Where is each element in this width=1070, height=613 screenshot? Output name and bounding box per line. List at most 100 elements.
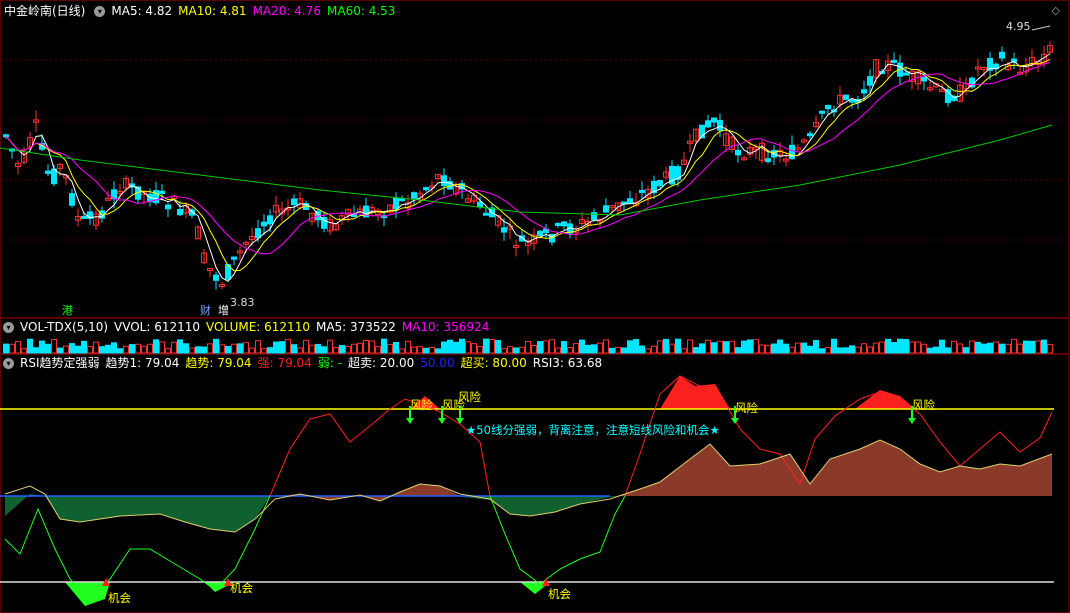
volume-bar xyxy=(147,343,153,354)
volume-bar xyxy=(501,348,507,354)
volume-bar xyxy=(681,348,687,354)
rsi3-label: RSI3: 63.68 xyxy=(532,356,603,370)
risk-arrow-head xyxy=(908,418,916,424)
volume-bar xyxy=(447,339,453,354)
risk-arrow-head xyxy=(406,418,414,424)
volume-bar xyxy=(843,347,849,354)
volume-bar xyxy=(9,343,15,354)
volume-bar xyxy=(585,344,591,354)
weak-area xyxy=(455,496,620,516)
trend1-label: 趋势1: 79.04 xyxy=(105,356,180,370)
candle-body xyxy=(843,94,849,100)
volume-bar xyxy=(1017,343,1023,354)
volume-bar xyxy=(723,341,729,354)
high-price-label: 4.95 xyxy=(1006,20,1031,33)
volume-bar xyxy=(525,340,531,354)
candle-body xyxy=(501,227,507,233)
volume-bar xyxy=(219,344,225,354)
candle-body xyxy=(849,99,855,103)
rsi-title[interactable]: RSI趋势定强弱 xyxy=(20,354,100,372)
volume-bar xyxy=(549,339,555,354)
candle-body xyxy=(267,215,273,225)
volume-bar xyxy=(441,341,447,354)
volume-bar xyxy=(999,343,1005,354)
vol-title[interactable]: VOL-TDX(5,10) xyxy=(20,318,108,336)
vol-ma10-label: MA10: 356924 xyxy=(401,320,490,334)
rsi-chart[interactable] xyxy=(0,354,1070,613)
volume-bar xyxy=(963,347,969,354)
low-price-label: 3.83 xyxy=(230,296,255,309)
risk-label: 风险 xyxy=(410,398,433,412)
volume-bar xyxy=(753,339,759,354)
volume-bar xyxy=(933,346,939,354)
marker-gang[interactable]: 港 xyxy=(62,302,73,318)
candlestick-chart[interactable] xyxy=(0,0,1070,318)
volume-bar xyxy=(225,346,231,354)
volume-bar xyxy=(597,342,603,354)
strong-area xyxy=(275,484,460,501)
strong-area xyxy=(620,440,1052,496)
volume-bar xyxy=(495,340,501,354)
volume-bar xyxy=(177,339,183,354)
candle-body xyxy=(903,72,909,76)
stock-title[interactable]: 中金岭南(日线) xyxy=(4,2,85,20)
volume-bar xyxy=(237,343,243,354)
marker-zeng[interactable]: 增 xyxy=(218,302,229,318)
volume-bar xyxy=(801,342,807,354)
volume-bar xyxy=(555,347,561,354)
volume-bar xyxy=(981,343,987,354)
overbought-label: 超买: 80.00 xyxy=(460,356,527,370)
rsi-strong-line xyxy=(269,398,491,497)
volume-bar xyxy=(921,343,927,354)
volume-bar xyxy=(57,347,63,354)
volume-bar xyxy=(747,339,753,354)
volume-bar xyxy=(489,338,495,354)
marker-cai[interactable]: 财 xyxy=(200,302,211,318)
candle-body xyxy=(411,192,417,199)
candle-body xyxy=(45,170,51,174)
ma-toggle-icon[interactable]: ▾ xyxy=(94,5,106,17)
volume-panel-header: ▾ VOL-TDX(5,10) VVOL: 612110 VOLUME: 612… xyxy=(0,318,495,336)
volume-bar xyxy=(3,343,9,354)
volume-bar xyxy=(141,345,147,354)
diamond-icon[interactable]: ◇ xyxy=(1052,4,1060,17)
volume-bar xyxy=(717,340,723,354)
volume-bar xyxy=(1011,338,1017,354)
chance-label: 机会 xyxy=(548,587,571,601)
volume-bar xyxy=(543,340,549,354)
volume-bar xyxy=(537,341,543,354)
volume-bar xyxy=(165,347,171,354)
volume-bar xyxy=(345,345,351,354)
main-frame xyxy=(0,0,1069,318)
volume-bar xyxy=(327,339,333,354)
candle-body xyxy=(825,104,831,110)
chevron-down-icon[interactable]: ▾ xyxy=(3,357,14,369)
volume-bar xyxy=(807,345,813,354)
volume-bar xyxy=(939,339,945,354)
volume-bar xyxy=(1023,340,1029,354)
volume-bar xyxy=(129,344,135,354)
volume-bar xyxy=(873,342,879,354)
volume-bar xyxy=(303,339,309,354)
volume-bar xyxy=(285,338,291,354)
volume-bar xyxy=(969,340,975,354)
overbought-area xyxy=(660,376,730,409)
vvol-label: VVOL: 612110 xyxy=(114,320,201,334)
volume-bar xyxy=(315,343,321,354)
risk-arrow-head xyxy=(456,418,464,424)
volume-bar xyxy=(21,348,27,354)
candle-body xyxy=(891,59,897,63)
volume-bar xyxy=(945,347,951,354)
volume-bar xyxy=(519,346,525,354)
volume-bar xyxy=(609,347,615,354)
volume-bar xyxy=(207,343,213,354)
volume-bar xyxy=(375,346,381,354)
volume-bar xyxy=(633,339,639,354)
candle-body xyxy=(213,274,219,281)
volume-bar xyxy=(213,338,219,354)
volume-bar xyxy=(915,341,921,354)
chevron-down-icon[interactable]: ▾ xyxy=(3,321,14,333)
volume-bar xyxy=(879,341,885,354)
volume-bar xyxy=(51,338,57,354)
volume-bar xyxy=(669,343,675,354)
